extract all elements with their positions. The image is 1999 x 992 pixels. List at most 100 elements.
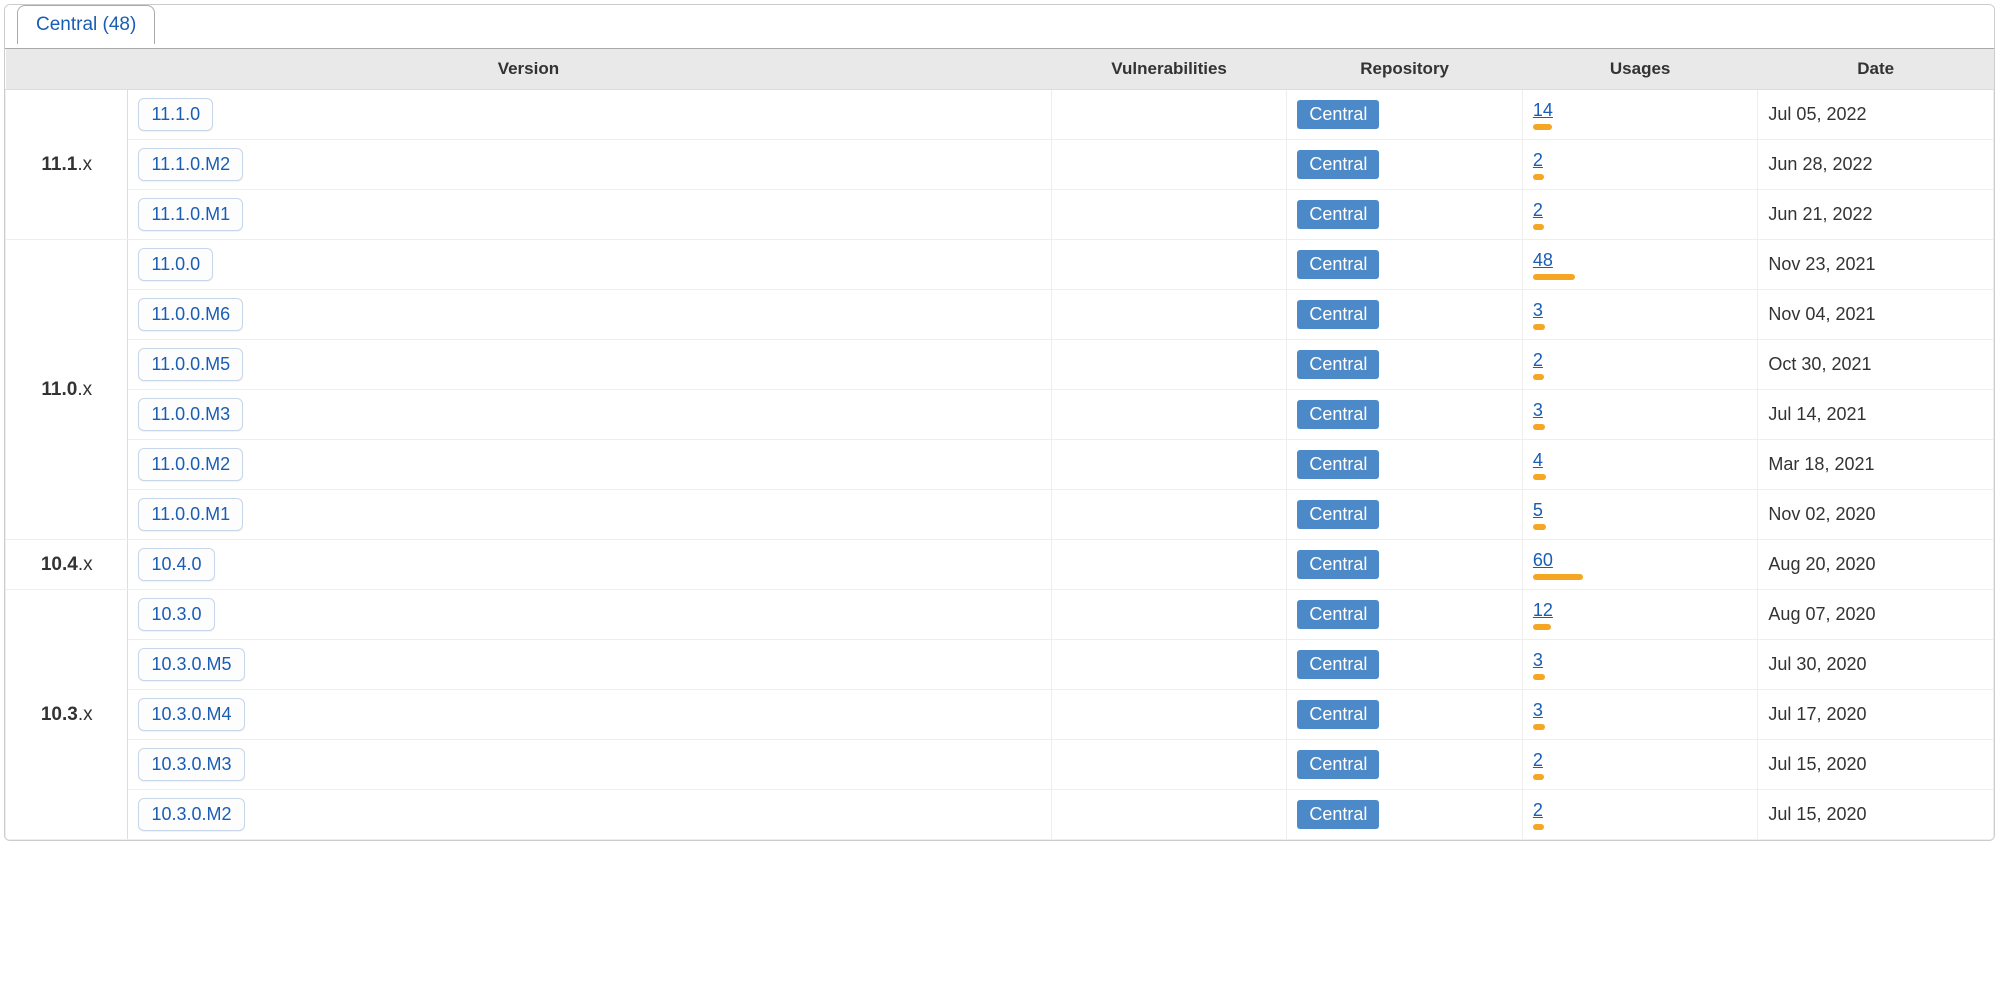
usages-cell: 3 bbox=[1522, 290, 1758, 340]
repository-link[interactable]: Central bbox=[1297, 500, 1379, 529]
usage-bar bbox=[1533, 424, 1545, 430]
usage-bar bbox=[1533, 124, 1552, 130]
version-link[interactable]: 11.0.0 bbox=[138, 248, 213, 281]
vulnerabilities-cell bbox=[1051, 440, 1287, 490]
version-cell: 11.1.0 bbox=[128, 90, 1051, 140]
version-link[interactable]: 11.0.0.M1 bbox=[138, 498, 243, 531]
version-link[interactable]: 10.3.0 bbox=[138, 598, 214, 631]
usage-bar bbox=[1533, 724, 1545, 730]
date-cell: Jul 17, 2020 bbox=[1758, 690, 1994, 740]
vulnerabilities-cell bbox=[1051, 390, 1287, 440]
version-link[interactable]: 11.0.0.M6 bbox=[138, 298, 243, 331]
repository-link[interactable]: Central bbox=[1297, 200, 1379, 229]
usages-link[interactable]: 2 bbox=[1533, 350, 1543, 370]
usage-bar bbox=[1533, 224, 1544, 230]
usages-link[interactable]: 48 bbox=[1533, 250, 1553, 270]
usages-cell: 48 bbox=[1522, 240, 1758, 290]
version-link[interactable]: 10.3.0.M3 bbox=[138, 748, 244, 781]
repository-link[interactable]: Central bbox=[1297, 150, 1379, 179]
usages-link[interactable]: 2 bbox=[1533, 200, 1543, 220]
vulnerabilities-cell bbox=[1051, 490, 1287, 540]
usages-link[interactable]: 5 bbox=[1533, 500, 1543, 520]
repository-link[interactable]: Central bbox=[1297, 300, 1379, 329]
vulnerabilities-cell bbox=[1051, 240, 1287, 290]
version-group-label: 11.0.x bbox=[6, 240, 128, 540]
version-link[interactable]: 10.3.0.M2 bbox=[138, 798, 244, 831]
usages-link[interactable]: 2 bbox=[1533, 750, 1543, 770]
table-row: 10.3.0.M2Central2Jul 15, 2020 bbox=[6, 790, 1994, 840]
version-link[interactable]: 11.1.0.M2 bbox=[138, 148, 243, 181]
table-header-row: Version Vulnerabilities Repository Usage… bbox=[6, 49, 1994, 90]
usages-link[interactable]: 3 bbox=[1533, 300, 1543, 320]
usages-cell: 3 bbox=[1522, 640, 1758, 690]
repository-link[interactable]: Central bbox=[1297, 750, 1379, 779]
usage-bar bbox=[1533, 774, 1544, 780]
repository-link[interactable]: Central bbox=[1297, 550, 1379, 579]
usage-bar bbox=[1533, 624, 1551, 630]
usages-link[interactable]: 3 bbox=[1533, 650, 1543, 670]
version-group-suffix: .x bbox=[77, 154, 92, 175]
version-link[interactable]: 10.3.0.M4 bbox=[138, 698, 244, 731]
repository-cell: Central bbox=[1287, 590, 1523, 640]
version-group-suffix: .x bbox=[77, 379, 92, 400]
usages-link[interactable]: 12 bbox=[1533, 600, 1553, 620]
col-header-repository: Repository bbox=[1287, 49, 1523, 90]
repository-link[interactable]: Central bbox=[1297, 800, 1379, 829]
usages-link[interactable]: 3 bbox=[1533, 700, 1543, 720]
vulnerabilities-cell bbox=[1051, 90, 1287, 140]
col-header-date: Date bbox=[1758, 49, 1994, 90]
repository-cell: Central bbox=[1287, 140, 1523, 190]
repository-link[interactable]: Central bbox=[1297, 400, 1379, 429]
usages-link[interactable]: 2 bbox=[1533, 150, 1543, 170]
vulnerabilities-cell bbox=[1051, 140, 1287, 190]
repository-cell: Central bbox=[1287, 740, 1523, 790]
tab-central[interactable]: Central (48) bbox=[17, 5, 155, 44]
usages-link[interactable]: 60 bbox=[1533, 550, 1553, 570]
version-link[interactable]: 11.0.0.M2 bbox=[138, 448, 243, 481]
repository-cell: Central bbox=[1287, 90, 1523, 140]
usages-link[interactable]: 2 bbox=[1533, 800, 1543, 820]
repository-link[interactable]: Central bbox=[1297, 100, 1379, 129]
repository-cell: Central bbox=[1287, 190, 1523, 240]
repository-cell: Central bbox=[1287, 440, 1523, 490]
version-cell: 11.0.0.M3 bbox=[128, 390, 1051, 440]
version-group-label: 10.4.x bbox=[6, 540, 128, 590]
date-cell: Jul 30, 2020 bbox=[1758, 640, 1994, 690]
version-link[interactable]: 10.4.0 bbox=[138, 548, 214, 581]
version-link[interactable]: 11.1.0.M1 bbox=[138, 198, 243, 231]
repository-link[interactable]: Central bbox=[1297, 700, 1379, 729]
date-cell: Jul 15, 2020 bbox=[1758, 740, 1994, 790]
table-row: 11.0.0.M3 Central 3 Jul 14, 2021 bbox=[6, 390, 1994, 440]
table-row: 11.1.0.M1 Central 2 Jun 21, 2022 bbox=[6, 190, 1994, 240]
usages-link[interactable]: 14 bbox=[1533, 100, 1553, 120]
version-link[interactable]: 11.0.0.M3 bbox=[138, 398, 243, 431]
repository-link[interactable]: Central bbox=[1297, 250, 1379, 279]
usage-bar bbox=[1533, 574, 1583, 580]
version-link[interactable]: 11.1.0 bbox=[138, 98, 213, 131]
version-link[interactable]: 10.3.0.M5 bbox=[138, 648, 244, 681]
table-row: 10.4.x10.4.0Central60Aug 20, 2020 bbox=[6, 540, 1994, 590]
table-row: 11.0.0.M5 Central 2 Oct 30, 2021 bbox=[6, 340, 1994, 390]
tab-bar: Central (48) bbox=[5, 5, 1994, 49]
repository-link[interactable]: Central bbox=[1297, 450, 1379, 479]
usages-cell: 12 bbox=[1522, 590, 1758, 640]
repository-link[interactable]: Central bbox=[1297, 350, 1379, 379]
date-cell: Aug 07, 2020 bbox=[1758, 590, 1994, 640]
date-cell: Oct 30, 2021 bbox=[1758, 340, 1994, 390]
usages-cell: 2 bbox=[1522, 140, 1758, 190]
version-link[interactable]: 11.0.0.M5 bbox=[138, 348, 243, 381]
repository-link[interactable]: Central bbox=[1297, 600, 1379, 629]
tab-underline bbox=[5, 48, 1994, 49]
usages-link[interactable]: 4 bbox=[1533, 450, 1543, 470]
version-group-suffix: .x bbox=[78, 554, 93, 575]
repository-cell: Central bbox=[1287, 240, 1523, 290]
version-cell: 10.3.0.M3 bbox=[128, 740, 1051, 790]
repository-cell: Central bbox=[1287, 390, 1523, 440]
date-cell: Jun 21, 2022 bbox=[1758, 190, 1994, 240]
usages-link[interactable]: 3 bbox=[1533, 400, 1543, 420]
col-header-version: Version bbox=[6, 49, 1052, 90]
repository-link[interactable]: Central bbox=[1297, 650, 1379, 679]
version-cell: 11.0.0 bbox=[128, 240, 1051, 290]
usages-cell: 14 bbox=[1522, 90, 1758, 140]
date-cell: Jul 14, 2021 bbox=[1758, 390, 1994, 440]
